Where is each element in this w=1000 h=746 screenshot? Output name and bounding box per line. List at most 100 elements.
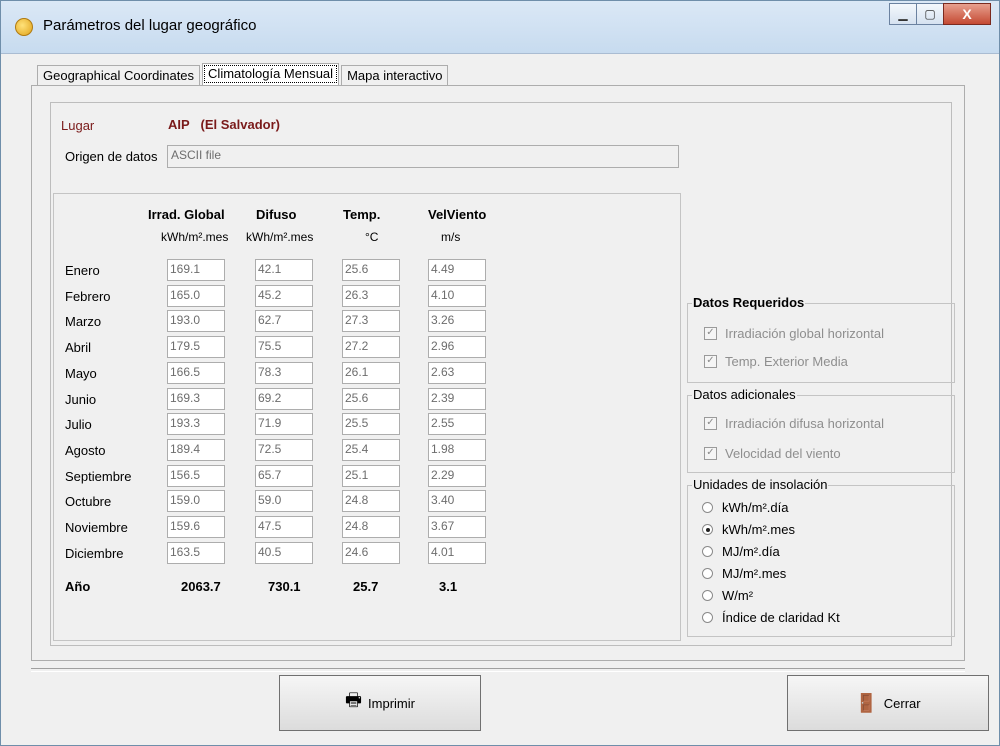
- data-cell[interactable]: 24.8: [342, 490, 400, 512]
- print-button[interactable]: 🖶 Imprimir: [279, 675, 481, 731]
- datos-adicionales-group: Datos adicionales ✓ Irradiación difusa ho…: [687, 387, 955, 473]
- unit-radio-option[interactable]: kWh/m².mes: [702, 522, 795, 537]
- month-label: Junio: [65, 392, 97, 407]
- col-header-velviento: VelViento: [428, 207, 487, 222]
- data-cell[interactable]: 165.0: [167, 285, 225, 307]
- radio-circle-icon: [702, 546, 713, 557]
- data-cell[interactable]: 179.5: [167, 336, 225, 358]
- radio-circle-icon: [702, 590, 713, 601]
- tab-geographical-coordinates[interactable]: Geographical Coordinates: [37, 65, 201, 85]
- origen-label: Origen de datos: [65, 149, 158, 164]
- radio-circle-icon: [702, 502, 713, 513]
- data-cell[interactable]: 24.6: [342, 542, 400, 564]
- year-difuso: 730.1: [268, 579, 301, 594]
- data-cell[interactable]: 75.5: [255, 336, 313, 358]
- month-label: Mayo: [65, 366, 97, 381]
- data-cell[interactable]: 4.49: [428, 259, 486, 281]
- check-temp-exterior: ✓ Temp. Exterior Media: [704, 354, 848, 369]
- data-cell[interactable]: 78.3: [255, 362, 313, 384]
- data-cell[interactable]: 2.29: [428, 465, 486, 487]
- data-cell[interactable]: 193.3: [167, 413, 225, 435]
- unidades-group: Unidades de insolación kWh/m².día kWh/m².…: [687, 477, 955, 637]
- data-cell[interactable]: 2.63: [428, 362, 486, 384]
- radio-label: kWh/m².día: [722, 500, 789, 515]
- unit-radio-option[interactable]: W/m²: [702, 588, 753, 603]
- app-globe-icon: [15, 18, 33, 36]
- data-cell[interactable]: 169.1: [167, 259, 225, 281]
- data-cell[interactable]: 40.5: [255, 542, 313, 564]
- data-cell[interactable]: 71.9: [255, 413, 313, 435]
- month-label: Agosto: [65, 443, 106, 458]
- check-velocidad-viento: ✓ Velocidad del viento: [704, 446, 841, 461]
- check-irradiacion-difusa: ✓ Irradiación difusa horizontal: [704, 416, 884, 431]
- close-window-button[interactable]: X: [943, 3, 991, 25]
- data-cell[interactable]: 27.2: [342, 336, 400, 358]
- month-label: Enero: [65, 263, 100, 278]
- data-cell[interactable]: 3.26: [428, 310, 486, 332]
- data-cell[interactable]: 169.3: [167, 388, 225, 410]
- col-unit-irrad-global: kWh/m².mes: [161, 230, 229, 244]
- data-cell[interactable]: 62.7: [255, 310, 313, 332]
- data-cell[interactable]: 4.10: [428, 285, 486, 307]
- data-cell[interactable]: 45.2: [255, 285, 313, 307]
- col-header-temp: Temp.: [343, 207, 381, 222]
- data-cell[interactable]: 3.40: [428, 490, 486, 512]
- unit-radio-option[interactable]: MJ/m².día: [702, 544, 780, 559]
- month-label: Febrero: [65, 289, 111, 304]
- lugar-label: Lugar: [61, 118, 95, 133]
- data-cell[interactable]: 189.4: [167, 439, 225, 461]
- data-cell[interactable]: 156.5: [167, 465, 225, 487]
- data-cell[interactable]: 25.6: [342, 388, 400, 410]
- printer-icon: 🖶: [345, 690, 363, 710]
- data-cell[interactable]: 72.5: [255, 439, 313, 461]
- title-bar[interactable]: Parámetros del lugar geográfico ▁ ▢ X: [1, 1, 999, 54]
- data-cell[interactable]: 65.7: [255, 465, 313, 487]
- data-cell[interactable]: 47.5: [255, 516, 313, 538]
- col-header-irrad-global: Irrad. Global: [148, 207, 225, 222]
- minimize-button[interactable]: ▁: [889, 3, 917, 25]
- check-irradiacion-global: ✓ Irradiación global horizontal: [704, 326, 884, 341]
- data-cell[interactable]: 26.1: [342, 362, 400, 384]
- unit-radio-option[interactable]: MJ/m².mes: [702, 566, 786, 581]
- close-button[interactable]: 🚪 Cerrar: [787, 675, 989, 731]
- data-cell[interactable]: 59.0: [255, 490, 313, 512]
- tab-mapa-interactivo[interactable]: Mapa interactivo: [341, 65, 449, 85]
- tab-climatologia-mensual[interactable]: Climatología Mensual: [202, 63, 340, 85]
- check-mark-icon: ✓: [704, 355, 717, 368]
- data-cell[interactable]: 26.3: [342, 285, 400, 307]
- unit-radio-option[interactable]: kWh/m².día: [702, 500, 788, 515]
- data-cell[interactable]: 25.4: [342, 439, 400, 461]
- data-cell[interactable]: 24.8: [342, 516, 400, 538]
- data-cell[interactable]: 166.5: [167, 362, 225, 384]
- data-cell[interactable]: 25.5: [342, 413, 400, 435]
- data-cell[interactable]: 27.3: [342, 310, 400, 332]
- month-label: Noviembre: [65, 520, 128, 535]
- data-cell[interactable]: 42.1: [255, 259, 313, 281]
- unidades-title: Unidades de insolación: [692, 477, 829, 492]
- data-cell[interactable]: 193.0: [167, 310, 225, 332]
- data-cell[interactable]: 2.39: [428, 388, 486, 410]
- data-cell[interactable]: 159.6: [167, 516, 225, 538]
- data-cell[interactable]: 1.98: [428, 439, 486, 461]
- radio-circle-icon: [702, 568, 713, 579]
- radio-circle-icon: [702, 612, 713, 623]
- col-unit-temp: °C: [365, 230, 379, 244]
- unit-radio-option[interactable]: Índice de claridad Kt: [702, 610, 840, 625]
- month-label: Septiembre: [65, 469, 132, 484]
- data-cell[interactable]: 2.96: [428, 336, 486, 358]
- maximize-button[interactable]: ▢: [916, 3, 944, 25]
- radio-circle-icon: [702, 524, 713, 535]
- data-cell[interactable]: 25.6: [342, 259, 400, 281]
- close-button-label: Cerrar: [883, 695, 921, 711]
- col-unit-velviento: m/s: [441, 230, 461, 244]
- origen-field[interactable]: ASCII file: [167, 145, 679, 168]
- data-cell[interactable]: 25.1: [342, 465, 400, 487]
- data-cell[interactable]: 69.2: [255, 388, 313, 410]
- data-cell[interactable]: 159.0: [167, 490, 225, 512]
- lugar-code: AIP: [168, 117, 190, 132]
- check-mark-icon: ✓: [704, 417, 717, 430]
- data-cell[interactable]: 3.67: [428, 516, 486, 538]
- data-cell[interactable]: 4.01: [428, 542, 486, 564]
- data-cell[interactable]: 2.55: [428, 413, 486, 435]
- data-cell[interactable]: 163.5: [167, 542, 225, 564]
